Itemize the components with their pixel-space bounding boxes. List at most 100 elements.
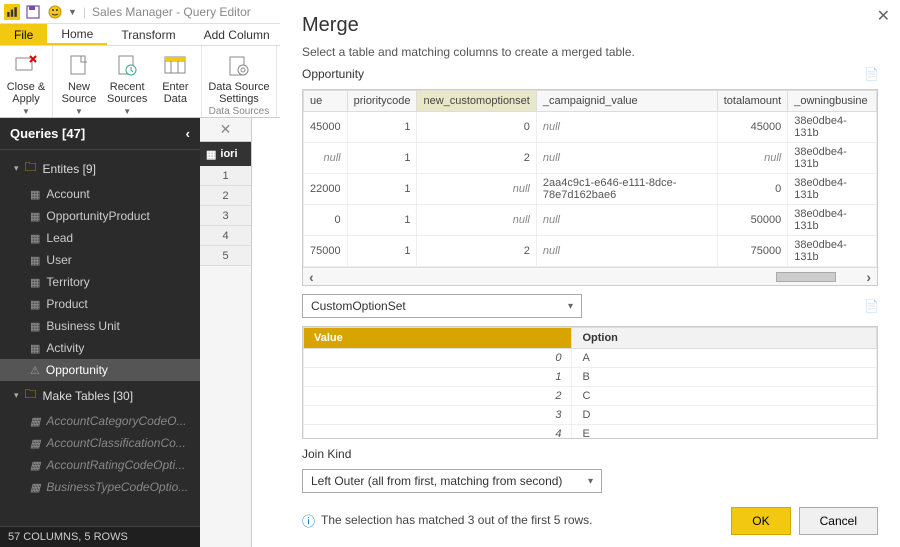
table-row[interactable]: 01nullnull5000038e0dbe4-131b [304,205,877,236]
row-header[interactable]: 3 [200,206,251,226]
queries-tree[interactable]: ▾ 🗀 Entites [9] ▦Account▦OpportunityProd… [0,150,200,526]
col-header[interactable]: new_customoptionset [417,91,536,112]
query-item[interactable]: ▦BusinessTypeCodeOptio... [0,476,200,498]
joinkind-label: Join Kind [302,447,878,461]
caret-down-icon: ▾ [14,390,19,401]
table-row[interactable]: null12nullnull38e0dbe4-131b [304,143,877,174]
optionset-table[interactable]: Value Option 0A1B2C3D4E [302,326,878,439]
scroll-left-icon[interactable]: ‹ [309,269,314,285]
caret-down-icon: ▾ [14,163,19,174]
col-header[interactable]: totalamount [717,91,787,112]
dropdown-arrow-icon: ▼ [123,107,131,116]
table-row[interactable]: 7500012null7500038e0dbe4-131b [304,236,877,267]
query-item[interactable]: ▦AccountClassificationCo... [0,432,200,454]
col-header[interactable]: _campaignid_value [536,91,717,112]
match-info: ⓘ The selection has matched 3 out of the… [302,511,593,530]
warning-icon: ⚠ [30,364,40,377]
col-header-option[interactable]: Option [572,328,877,349]
table-options-icon[interactable] [864,67,878,81]
status-bar: 57 COLUMNS, 5 ROWS [0,526,200,547]
opportunity-table[interactable]: ueprioritycodenew_customoptionset_campai… [302,89,878,286]
cancel-button[interactable]: Cancel [799,507,878,535]
queries-pane: Queries [47] ‹ ▾ 🗀 Entites [9] ▦Account▦… [0,118,200,547]
preview-strip: ✕ ▦ iori 12345 [200,118,252,547]
table-icon: ▦ [30,210,40,223]
dialog-title: Merge [302,14,878,37]
horizontal-scrollbar[interactable]: ‹ › [303,267,877,285]
dropdown-arrow-icon: ▼ [75,107,83,116]
table-icon: ▦ [30,342,40,355]
table-icon: ▦ [30,188,40,201]
col-header[interactable]: _owningbusine [788,91,877,112]
query-item-territory[interactable]: ▦Territory [0,271,200,293]
smiley-icon[interactable] [46,3,64,21]
scroll-right-icon[interactable]: › [866,269,871,285]
query-item-opportunityproduct[interactable]: ▦OpportunityProduct [0,205,200,227]
new-source-button[interactable]: New Source ▼ [59,48,99,116]
close-preview-icon[interactable]: ✕ [200,118,251,142]
table-options-icon[interactable] [864,299,878,313]
folder-make-tables[interactable]: ▾ 🗀 Make Tables [30] [0,381,200,410]
dropdown-arrow-icon: ▼ [22,107,30,116]
recent-sources-button[interactable]: Recent Sources ▼ [107,48,147,116]
row-header[interactable]: 5 [200,246,251,266]
preview-tab[interactable]: ▦ iori [200,142,251,166]
query-item-activity[interactable]: ▦Activity [0,337,200,359]
query-item-opportunity[interactable]: ⚠Opportunity [0,359,200,381]
folder-entities[interactable]: ▾ 🗀 Entites [9] [0,154,200,183]
table-icon: ▦ [30,276,40,289]
queries-header: Queries [47] ‹ [0,118,200,150]
joinkind-dropdown[interactable]: Left Outer (all from first, matching fro… [302,469,602,493]
col-header[interactable]: ue [304,91,348,112]
collapse-pane-icon[interactable]: ‹ [186,126,190,141]
table-icon: ▦ [30,232,40,245]
query-item[interactable]: ▦AccountCategoryCodeO... [0,410,200,432]
folder-icon: 🗀 [25,158,37,179]
close-apply-icon [14,52,38,80]
table-row[interactable]: 220001null2aa4c9c1-e646-e111-8dce-78e7d1… [304,174,877,205]
save-icon[interactable] [24,3,42,21]
query-item-lead[interactable]: ▦Lead [0,227,200,249]
table-row[interactable]: 1B [304,368,877,387]
merge-dialog: ✕ Merge Select a table and matching colu… [280,0,900,547]
table-icon: ▦ [30,320,40,333]
query-item-account[interactable]: ▦Account [0,183,200,205]
data-source-settings-button[interactable]: Data Source Settings [208,48,269,105]
enter-data-button[interactable]: Enter Data [155,48,195,105]
ok-button[interactable]: OK [731,507,790,535]
table-row[interactable]: 0A [304,349,877,368]
close-apply-button[interactable]: Close & Apply ▼ [6,48,46,116]
app-logo-icon [4,4,20,20]
table-select-dropdown[interactable]: CustomOptionSet ▾ [302,294,582,318]
query-item[interactable]: ▦AccountRatingCodeOpti... [0,454,200,476]
table-row[interactable]: 4E [304,425,877,440]
table-icon: ▦ [30,415,40,428]
close-dialog-icon[interactable]: ✕ [877,6,890,26]
query-item-user[interactable]: ▦User [0,249,200,271]
table-icon: ▦ [30,481,40,494]
query-item-product[interactable]: ▦Product [0,293,200,315]
col-header-value[interactable]: Value [304,328,572,349]
table-row[interactable]: 4500010null4500038e0dbe4-131b [304,112,877,143]
tab-home[interactable]: Home [47,24,107,45]
tab-add-column[interactable]: Add Column [190,24,284,45]
table-row[interactable]: 2C [304,387,877,406]
section-opportunity-label: Opportunity [302,67,364,81]
tab-transform[interactable]: Transform [107,24,189,45]
row-header[interactable]: 1 [200,166,251,186]
queries-header-label: Queries [47] [10,126,85,141]
tab-file[interactable]: File [0,24,47,45]
new-source-icon [69,52,89,80]
table-icon: ▦ [30,437,40,450]
enter-data-icon [164,52,186,80]
col-header[interactable]: prioritycode [347,91,417,112]
chevron-down-icon: ▾ [568,301,573,312]
query-item-business unit[interactable]: ▦Business Unit [0,315,200,337]
table-icon: ▦ [30,459,40,472]
table-row[interactable]: 3D [304,406,877,425]
row-header[interactable]: 2 [200,186,251,206]
row-header[interactable]: 4 [200,226,251,246]
info-icon: ⓘ [302,511,315,530]
app-title: Sales Manager - Query Editor [92,5,251,19]
scrollbar-thumb[interactable] [776,272,836,282]
